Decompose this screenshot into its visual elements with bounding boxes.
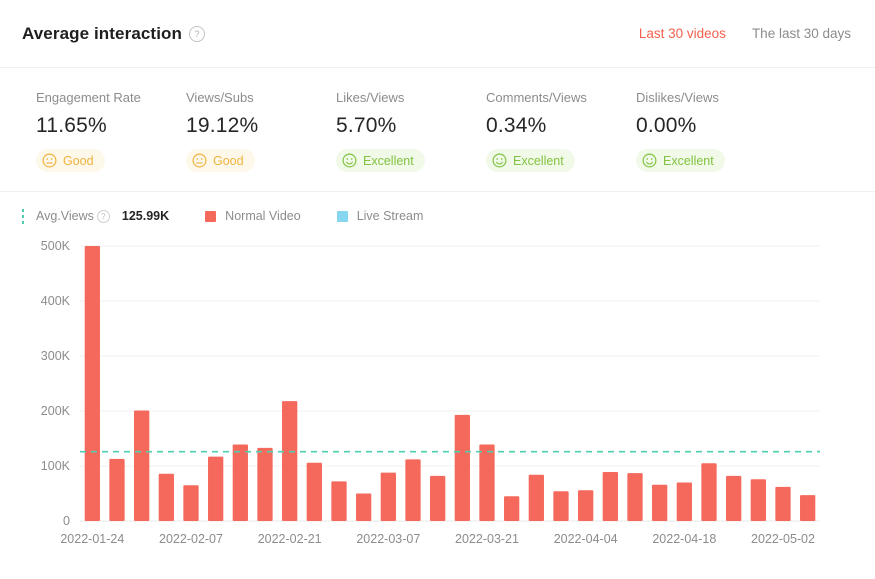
- y-axis-tick-label: 300K: [41, 349, 71, 363]
- metric-value: 5.70%: [336, 114, 486, 138]
- status-badge: Good: [186, 149, 255, 172]
- bar[interactable]: [159, 474, 174, 521]
- bar[interactable]: [356, 494, 371, 522]
- x-axis-tick-label: 2022-02-07: [159, 532, 223, 546]
- status-badge: Excellent: [336, 149, 425, 172]
- smiley-face-icon: [492, 153, 507, 168]
- bar[interactable]: [381, 473, 396, 521]
- chart-legend: Avg.Views? 125.99K Normal Video Live Str…: [0, 206, 875, 226]
- bar[interactable]: [627, 473, 642, 521]
- tab-last-30-videos[interactable]: Last 30 videos: [639, 26, 726, 41]
- panel-title-text: Average interaction: [22, 24, 182, 43]
- y-axis-tick-label: 400K: [41, 294, 71, 308]
- smiley-face-icon: [342, 153, 357, 168]
- bar[interactable]: [85, 246, 100, 521]
- bar[interactable]: [183, 485, 198, 521]
- legend-swatch-live-stream: [337, 211, 348, 222]
- metric-label: Engagement Rate: [36, 90, 186, 105]
- bar[interactable]: [603, 472, 618, 521]
- legend-swatch-normal-video: [205, 211, 216, 222]
- avg-views-label: Avg.Views?: [36, 209, 110, 224]
- metric-label: Views/Subs: [186, 90, 336, 105]
- bar[interactable]: [553, 491, 568, 521]
- bar-chart: 0 100K 200K 300K 400K 500K 2022-01-24 2022-02-0…: [0, 236, 875, 556]
- y-axis-tick-label: 0: [63, 514, 70, 528]
- metric-label: Dislikes/Views: [636, 90, 786, 105]
- status-badge-label: Excellent: [663, 154, 714, 168]
- y-axis-tick-label: 500K: [41, 239, 71, 253]
- bar[interactable]: [208, 457, 223, 521]
- status-badge: Excellent: [636, 149, 725, 172]
- x-axis-tick-label: 2022-03-07: [356, 532, 420, 546]
- metric-label: Likes/Views: [336, 90, 486, 105]
- bar[interactable]: [578, 490, 593, 521]
- metric-engagement-rate: Engagement Rate 11.65% Good: [36, 90, 186, 173]
- x-axis-tick-label: 2022-04-04: [554, 532, 618, 546]
- bar[interactable]: [307, 463, 322, 521]
- bar[interactable]: [479, 445, 494, 521]
- legend-label: Live Stream: [357, 209, 424, 223]
- metric-value: 0.34%: [486, 114, 636, 138]
- bar[interactable]: [233, 445, 248, 521]
- bar[interactable]: [800, 495, 815, 521]
- status-badge-label: Excellent: [363, 154, 414, 168]
- x-axis-tick-label: 2022-03-21: [455, 532, 519, 546]
- tab-last-30-days[interactable]: The last 30 days: [752, 26, 851, 41]
- metric-value: 11.65%: [36, 114, 186, 138]
- avg-views-value: 125.99K: [122, 209, 169, 223]
- bar[interactable]: [701, 463, 716, 521]
- bar[interactable]: [257, 448, 272, 521]
- neutral-face-icon: [192, 153, 207, 168]
- page-title: Average interaction?: [22, 24, 205, 44]
- metric-value: 19.12%: [186, 114, 336, 138]
- avg-views-label-text: Avg.Views: [36, 209, 94, 223]
- average-interaction-panel: Average interaction? Last 30 videos The …: [0, 0, 875, 579]
- status-badge-label: Good: [63, 154, 94, 168]
- y-axis-tick-label: 200K: [41, 404, 71, 418]
- bar-chart-canvas: 0 100K 200K 300K 400K 500K 2022-01-24 2022-02-0…: [0, 236, 875, 556]
- x-axis-tick-label: 2022-02-21: [258, 532, 322, 546]
- question-circle-icon[interactable]: ?: [97, 210, 110, 223]
- metric-label: Comments/Views: [486, 90, 636, 105]
- bar[interactable]: [405, 459, 420, 521]
- bar[interactable]: [677, 483, 692, 522]
- bar[interactable]: [109, 459, 124, 521]
- metric-value: 0.00%: [636, 114, 786, 138]
- chart-section: Avg.Views? 125.99K Normal Video Live Str…: [0, 191, 875, 556]
- x-axis-tick-label: 2022-05-02: [751, 532, 815, 546]
- metric-views-subs: Views/Subs 19.12% Good: [186, 90, 336, 173]
- y-axis-tick-label: 100K: [41, 459, 71, 473]
- metric-likes-views: Likes/Views 5.70% Excellent: [336, 90, 486, 173]
- bar[interactable]: [134, 410, 149, 521]
- avg-line-marker-icon: [22, 209, 24, 224]
- bar[interactable]: [751, 479, 766, 521]
- bar[interactable]: [430, 476, 445, 521]
- metric-dislikes-views: Dislikes/Views 0.00% Excellent: [636, 90, 786, 173]
- status-badge: Excellent: [486, 149, 575, 172]
- status-badge-label: Excellent: [513, 154, 564, 168]
- legend-item-live-stream[interactable]: Live Stream: [337, 209, 424, 223]
- panel-header: Average interaction? Last 30 videos The …: [0, 0, 875, 68]
- metrics-row: Engagement Rate 11.65% Good Views/Subs 1…: [0, 68, 875, 173]
- neutral-face-icon: [42, 153, 57, 168]
- bar[interactable]: [331, 481, 346, 521]
- bar[interactable]: [504, 496, 519, 521]
- bar[interactable]: [726, 476, 741, 521]
- x-axis-tick-label: 2022-01-24: [60, 532, 124, 546]
- x-axis-tick-label: 2022-04-18: [652, 532, 716, 546]
- metric-comments-views: Comments/Views 0.34% Excellent: [486, 90, 636, 173]
- status-badge-label: Good: [213, 154, 244, 168]
- bar[interactable]: [652, 485, 667, 521]
- bar[interactable]: [775, 487, 790, 521]
- legend-item-normal-video[interactable]: Normal Video: [205, 209, 301, 223]
- bar[interactable]: [529, 475, 544, 521]
- range-tab-group: Last 30 videos The last 30 days: [639, 26, 851, 41]
- bar[interactable]: [455, 415, 470, 521]
- question-circle-icon[interactable]: ?: [189, 26, 205, 42]
- bar[interactable]: [282, 401, 297, 521]
- legend-label: Normal Video: [225, 209, 301, 223]
- status-badge: Good: [36, 149, 105, 172]
- smiley-face-icon: [642, 153, 657, 168]
